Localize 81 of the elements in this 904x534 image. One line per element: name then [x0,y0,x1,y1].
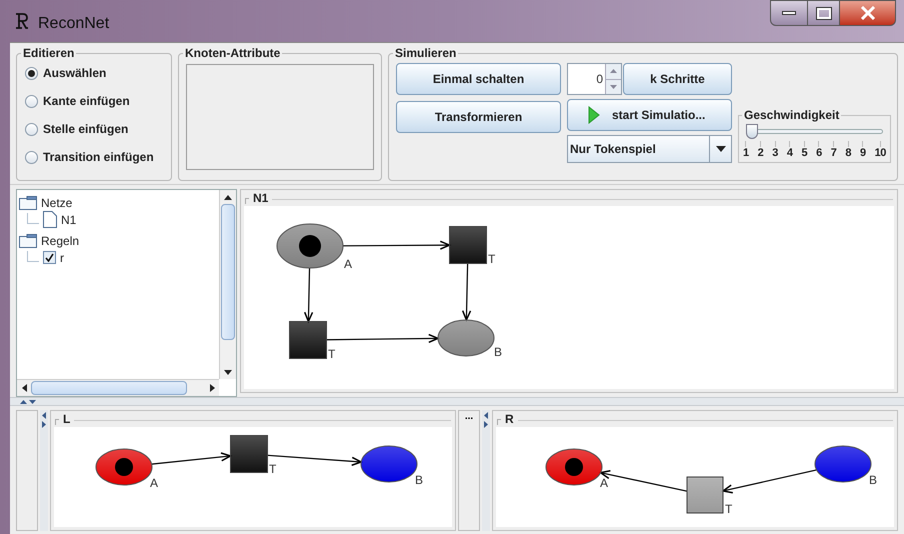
place-node[interactable] [360,446,418,482]
tick-label: 9 [860,147,866,160]
node-label: A [344,257,352,271]
tree-item[interactable]: Netze [41,194,72,212]
tree-item[interactable]: Regeln [41,232,80,250]
checkbox[interactable] [43,251,56,264]
radio-label[interactable]: Auswählen [43,64,106,82]
radio-label[interactable]: Transition einfügen [43,148,154,166]
play-icon [588,106,600,124]
node-label: T [725,502,732,516]
vertical-scrollbar[interactable] [219,190,236,379]
node-label: T [488,252,496,266]
net-title: N1 [253,192,268,204]
tick-label: 1 [743,147,749,160]
minimize-button[interactable] [770,0,808,26]
scroll-up-icon[interactable] [224,194,232,200]
net-title: R [505,413,514,425]
speed-slider[interactable] [746,124,883,140]
scroll-left-icon[interactable] [22,384,26,392]
node-label: B [415,473,424,487]
radio-label[interactable]: Kante einfügen [43,92,130,110]
node-label: B [869,473,878,487]
document-icon [43,211,57,228]
app-logo-icon [14,12,30,30]
folder-icon [19,234,37,248]
tick-label: 6 [816,147,822,160]
collapsed-label: ... [464,412,474,422]
radio-button[interactable] [25,66,38,80]
close-icon [860,6,876,20]
slider-thumb[interactable] [746,124,758,139]
action-button[interactable]: Einmal schalten [396,63,561,95]
node-label: T [328,347,336,361]
step-spinner[interactable]: 0 [567,63,622,95]
expand-arrow-icon[interactable] [42,421,46,428]
collapsed-panel[interactable]: ... [458,410,480,531]
group-title: Simulieren [394,45,458,62]
tick-label: 2 [758,147,764,160]
start-simulation-button[interactable]: start Simulatio... [567,99,732,131]
node-label: A [600,476,608,490]
radio-label[interactable]: Stelle einfügen [43,120,128,138]
collapse-arrow-icon[interactable] [484,412,488,419]
action-button[interactable]: Transformieren [396,101,561,133]
close-button[interactable] [840,0,896,26]
expand-arrow-icon[interactable] [484,421,488,428]
radio-button[interactable] [25,150,38,164]
node-label: A [150,476,158,490]
tick-label: 7 [830,147,836,160]
maximize-button[interactable] [808,0,840,26]
place-node[interactable] [276,224,344,268]
window-title: ReconNet [38,14,110,34]
tree-item[interactable]: r [60,248,64,266]
group-title: Editieren [22,45,76,62]
tick-label: 8 [845,147,851,160]
speed-title: Geschwindigkeit [743,107,840,124]
tick-label: 10 [874,147,886,160]
place-node[interactable] [814,446,872,482]
radio-button[interactable] [25,94,38,108]
arc-arrow [462,263,472,322]
tick-label: 3 [772,147,778,160]
node-label: T [269,462,276,476]
group-title: Knoten-Attribute [184,45,282,62]
tick-label: 5 [802,147,808,160]
net-title: L [63,413,70,425]
place-node[interactable] [438,320,494,356]
scroll-right-icon[interactable] [210,384,214,392]
k-steps-button[interactable]: k Schritte [623,63,732,95]
folder-icon [19,196,37,210]
transition-node[interactable] [230,435,268,473]
transition-node[interactable] [289,321,327,359]
collapse-arrow-icon[interactable] [42,412,46,419]
arc-arrow [304,268,314,324]
mode-dropdown[interactable]: Nur Tokenspiel [567,135,732,163]
node-label: B [494,345,502,359]
scroll-down-icon[interactable] [224,370,232,374]
dropdown-arrow-icon [716,146,726,152]
transition-node[interactable] [449,226,487,264]
horizontal-scrollbar[interactable] [17,379,219,396]
tree-item[interactable]: N1 [61,210,76,228]
transition-node[interactable] [686,476,724,514]
radio-button[interactable] [25,122,38,136]
tick-label: 4 [786,147,792,160]
